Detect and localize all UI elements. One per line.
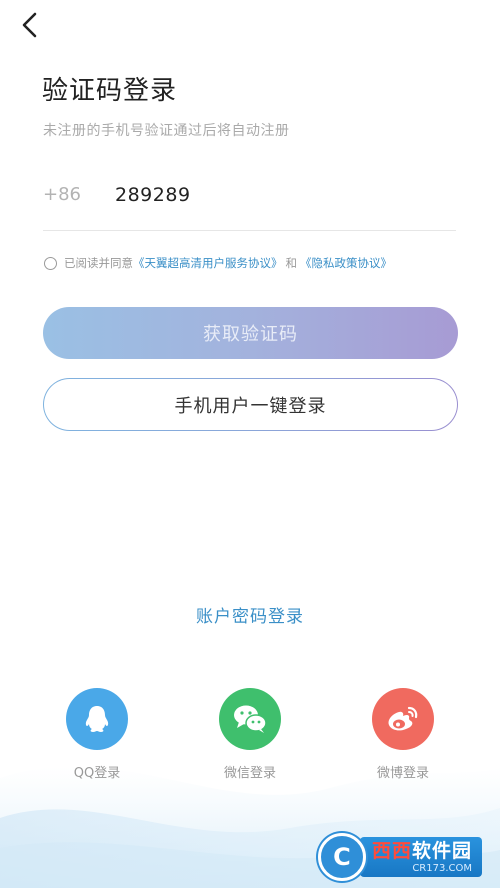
- country-code[interactable]: +86: [43, 184, 81, 205]
- wechat-login-label: 微信登录: [223, 766, 276, 781]
- agreement-checkbox[interactable]: [44, 256, 57, 270]
- weibo-icon: [388, 706, 418, 731]
- weibo-login-button[interactable]: 微博登录: [358, 688, 448, 781]
- agreement-and: 和: [285, 256, 298, 270]
- qq-icon: [85, 706, 109, 732]
- page-title: 验证码登录: [42, 76, 178, 106]
- phone-input-row: +86: [43, 170, 456, 231]
- back-button[interactable]: [14, 10, 46, 42]
- weibo-login-label: 微博登录: [376, 766, 429, 781]
- phone-number-input[interactable]: [115, 180, 435, 210]
- watermark-name: 西西软件园: [372, 839, 472, 863]
- page-subtitle: 未注册的手机号验证通过后将自动注册: [43, 123, 290, 139]
- agreement-prefix: 已阅读并同意: [64, 256, 133, 270]
- watermark-name-red: 西西: [371, 840, 412, 862]
- one-key-login-button[interactable]: 手机用户一键登录: [43, 378, 458, 431]
- wechat-login-button[interactable]: 微信登录: [205, 688, 295, 781]
- login-page: 验证码登录 未注册的手机号验证通过后将自动注册 +86 已阅读并同意 《天翼超高…: [0, 0, 500, 888]
- watermark-logo-icon: C: [317, 833, 366, 881]
- watermark-box: 西西软件园 CR173.COM: [359, 837, 482, 877]
- watermark-url: CR173.COM: [412, 863, 472, 874]
- wechat-login-circle: [219, 688, 281, 750]
- weibo-login-circle: [372, 688, 434, 750]
- qq-login-label: QQ登录: [73, 766, 121, 781]
- qq-login-button[interactable]: QQ登录: [52, 688, 142, 781]
- password-login-link[interactable]: 账户密码登录: [0, 602, 500, 627]
- qq-login-circle: [66, 688, 128, 750]
- chevron-left-icon: [22, 12, 37, 38]
- watermark-name-rest: 软件园: [411, 840, 472, 862]
- service-agreement-link[interactable]: 《天翼超高清用户服务协议》: [133, 255, 283, 271]
- privacy-policy-link[interactable]: 《隐私政策协议》: [300, 255, 392, 271]
- wechat-icon: [234, 705, 267, 733]
- get-verification-code-button[interactable]: 获取验证码: [43, 307, 458, 359]
- site-watermark: C 西西软件园 CR173.COM: [317, 833, 482, 881]
- agreement-row: 已阅读并同意 《天翼超高清用户服务协议》 和 《隐私政策协议》: [44, 254, 392, 272]
